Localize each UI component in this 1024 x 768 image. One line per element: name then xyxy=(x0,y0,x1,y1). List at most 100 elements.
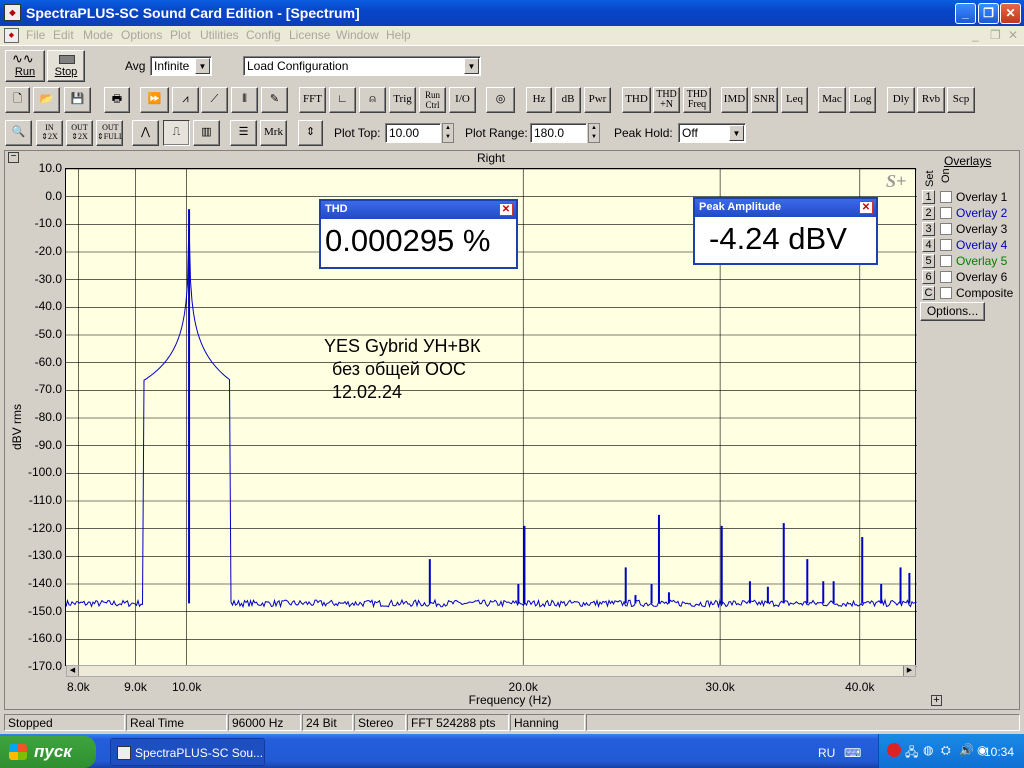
zoom-out-2x-button[interactable]: OUT ⇕2X xyxy=(66,120,93,146)
io-button[interactable]: I/O xyxy=(449,87,476,113)
scale-button[interactable]: ⇕ xyxy=(298,120,323,146)
menu-config[interactable]: Config xyxy=(246,28,281,42)
menu-mode[interactable]: Mode xyxy=(83,28,113,42)
thd-freq-button[interactable]: THD Freq xyxy=(683,87,711,113)
scroll-left-icon[interactable]: ◀ xyxy=(67,666,79,676)
db-button[interactable]: dB xyxy=(555,87,581,113)
mdi-close-icon[interactable]: ✕ xyxy=(1008,28,1018,42)
volume-icon[interactable]: 🔊 xyxy=(959,743,974,757)
mic-button[interactable]: ⍝ xyxy=(359,87,386,113)
menu-window[interactable]: Window xyxy=(336,28,379,42)
media-icon[interactable]: ◍ xyxy=(923,743,933,757)
restore-button[interactable]: ❐ xyxy=(978,3,999,24)
scp-button[interactable]: Scp xyxy=(947,87,975,113)
menu-options[interactable]: Options xyxy=(121,28,162,42)
horizontal-scrollbar[interactable]: ◀ ▶ xyxy=(66,665,916,677)
waterfall-button[interactable]: ⦀ xyxy=(231,87,258,113)
rvb-button[interactable]: Rvb xyxy=(917,87,945,113)
list-view-button[interactable]: ☰ xyxy=(230,120,257,146)
print-button[interactable]: 🖶 xyxy=(104,87,130,113)
peak-view-button[interactable]: ⋀ xyxy=(132,120,159,146)
overlay-checkbox[interactable] xyxy=(940,287,952,299)
leq-button[interactable]: Leq xyxy=(781,87,808,113)
mdi-minimize-icon[interactable]: _ xyxy=(972,28,979,42)
chevron-down-icon[interactable]: ▼ xyxy=(464,58,479,74)
overlay-set-button[interactable]: 4 xyxy=(922,238,935,252)
save-button[interactable]: 💾 xyxy=(64,87,91,113)
snr-button[interactable]: SNR xyxy=(751,87,778,113)
thd-n-button[interactable]: THD +N xyxy=(653,87,680,113)
bars-view-button[interactable]: ▥ xyxy=(193,120,220,146)
document-icon[interactable]: ◆ xyxy=(4,28,19,43)
overlay-options-button[interactable]: Options... xyxy=(920,302,985,321)
close-icon[interactable]: ✕ xyxy=(499,203,513,216)
overlay-set-button[interactable]: 5 xyxy=(922,254,935,268)
overlay-checkbox[interactable] xyxy=(940,255,952,267)
antivirus-icon[interactable] xyxy=(887,743,901,757)
menu-license[interactable]: License xyxy=(289,28,330,42)
safely-remove-icon[interactable]: ⛭ xyxy=(941,743,951,758)
zoom-button[interactable]: 🔍 xyxy=(5,120,32,146)
axis-button[interactable]: ∟ xyxy=(329,87,356,113)
overlay-checkbox[interactable] xyxy=(940,191,952,203)
menu-utilities[interactable]: Utilities xyxy=(200,28,239,42)
mdi-restore-icon[interactable]: ❐ xyxy=(990,28,1001,42)
trig-button[interactable]: Trig xyxy=(389,87,416,113)
menu-file[interactable]: File xyxy=(26,28,45,42)
overlay-checkbox[interactable] xyxy=(940,223,952,235)
expand-icon[interactable]: + xyxy=(931,695,942,706)
imd-button[interactable]: IMD xyxy=(721,87,748,113)
clock[interactable]: 10:34 xyxy=(984,745,1014,759)
open-button[interactable]: 📂 xyxy=(33,87,60,113)
thd-panel[interactable]: THD ✕ 0.000295 % xyxy=(319,199,518,269)
pwr-button[interactable]: Pwr xyxy=(584,87,611,113)
thd-button[interactable]: THD xyxy=(622,87,651,113)
chevron-down-icon[interactable]: ▼ xyxy=(195,58,210,74)
overlay-checkbox[interactable] xyxy=(940,207,952,219)
keyboard-icon[interactable]: ⌨ xyxy=(844,746,861,760)
run-button[interactable]: ∿∿ Run xyxy=(5,50,45,82)
overlay-set-button[interactable]: 3 xyxy=(922,222,935,236)
taskbar-item-spectraplus[interactable]: SpectraPLUS-SC Sou... xyxy=(110,738,265,766)
plot-top-input[interactable]: 10.00 xyxy=(385,123,441,143)
avg-select[interactable]: Infinite ▼ xyxy=(150,56,212,76)
overlay-set-button[interactable]: 1 xyxy=(922,190,935,204)
run-ctrl-button[interactable]: Run Ctrl xyxy=(419,87,446,113)
zoom-out-full-button[interactable]: OUT ⇕FULL xyxy=(96,120,123,146)
menu-help[interactable]: Help xyxy=(386,28,411,42)
overlay-set-button[interactable]: 2 xyxy=(922,206,935,220)
close-button[interactable]: ✕ xyxy=(1000,3,1021,24)
overlay-set-button[interactable]: C xyxy=(922,286,935,300)
step-view-button[interactable]: ⎍ xyxy=(163,120,190,146)
menu-edit[interactable]: Edit xyxy=(53,28,74,42)
plot-top-spinner[interactable]: ▲ ▼ xyxy=(442,123,454,143)
dly-button[interactable]: Dly xyxy=(887,87,915,113)
minimize-button[interactable]: _ xyxy=(955,3,976,24)
overlay-checkbox[interactable] xyxy=(940,239,952,251)
mac-button[interactable]: Mac xyxy=(818,87,846,113)
chevron-down-icon[interactable]: ▼ xyxy=(729,125,744,141)
language-indicator[interactable]: RU xyxy=(818,746,835,760)
log-button[interactable]: Log xyxy=(849,87,876,113)
peak-hold-select[interactable]: Off ▼ xyxy=(678,123,746,143)
overlay-set-button[interactable]: 6 xyxy=(922,270,935,284)
zoom-in-2x-button[interactable]: IN ⇕2X xyxy=(36,120,63,146)
spectrum-tool-button[interactable]: ⩘ xyxy=(172,87,199,113)
load-configuration-select[interactable]: Load Configuration ▼ xyxy=(243,56,481,76)
scroll-right-icon[interactable]: ▶ xyxy=(903,666,915,676)
app-icon[interactable]: ◆ xyxy=(4,4,21,21)
menu-plot[interactable]: Plot xyxy=(170,28,191,42)
close-icon[interactable]: ✕ xyxy=(859,201,873,214)
notes-button[interactable]: ✎ xyxy=(261,87,288,113)
peak-amplitude-panel[interactable]: Peak Amplitude ✕ -4.24 dBV xyxy=(693,197,878,265)
start-button[interactable]: пуск xyxy=(0,736,96,768)
fft-button[interactable]: FFT xyxy=(299,87,326,113)
plot-range-spinner[interactable]: ▲ ▼ xyxy=(588,123,600,143)
network-icon[interactable]: 🖧 xyxy=(905,743,918,764)
marker-button[interactable]: Mrk xyxy=(260,120,287,146)
overlay-checkbox[interactable] xyxy=(940,271,952,283)
generator-button[interactable]: ◎ xyxy=(486,87,515,113)
new-button[interactable]: 🗋 xyxy=(5,87,30,113)
plot-range-input[interactable]: 180.0 xyxy=(530,123,587,143)
fast-forward-button[interactable]: ⏩ xyxy=(140,87,169,113)
